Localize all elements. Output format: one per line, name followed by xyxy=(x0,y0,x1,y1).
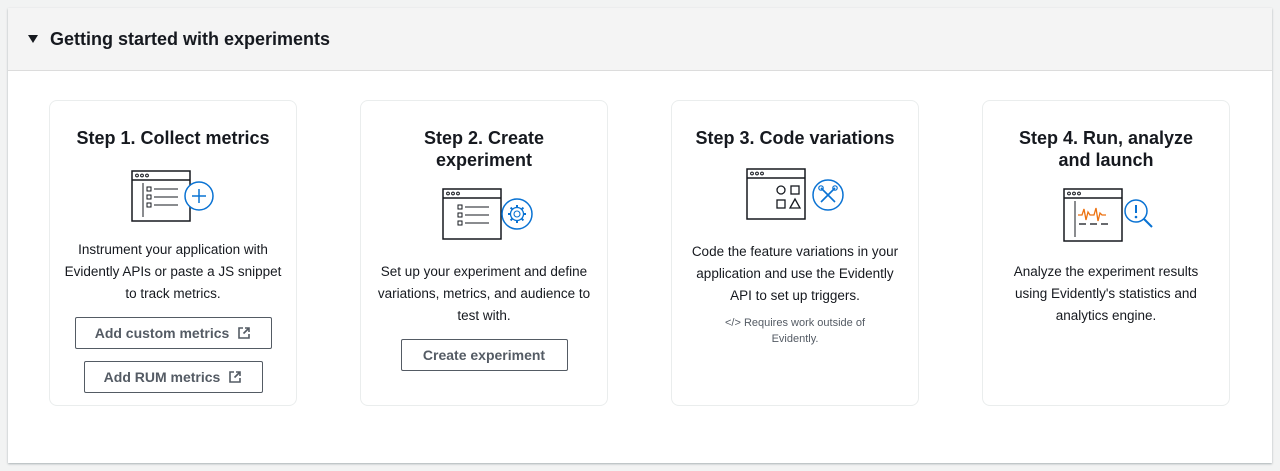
requirement-note: </> Requires work outside of Evidently. xyxy=(724,317,866,345)
analyze-search-icon xyxy=(1063,188,1153,242)
step-card-3: Step 3. Code variations Code the feature… xyxy=(671,100,919,406)
create-experiment-button[interactable]: Create experiment xyxy=(400,339,568,371)
button-label: Create experiment xyxy=(422,347,546,363)
step-description: Instrument your application with Evident… xyxy=(64,242,282,301)
caret-down-icon[interactable] xyxy=(28,35,38,43)
external-link-icon xyxy=(229,371,242,383)
panel-header[interactable]: Getting started with experiments xyxy=(8,8,1272,71)
external-link-icon xyxy=(238,327,251,339)
metrics-plus-icon xyxy=(131,170,214,222)
step-description: Set up your experiment and define variat… xyxy=(377,264,591,323)
panel-title: Getting started with experiments xyxy=(50,28,331,49)
step-title: Step 3. Code variations xyxy=(695,128,895,148)
step-description: Analyze the experiment results using Evi… xyxy=(1013,264,1199,323)
add-custom-metrics-button[interactable]: Add custom metrics xyxy=(74,317,272,349)
step-card-4: Step 4. Run, analyze and launch Analyze … xyxy=(982,100,1230,406)
step-title: Step 2. Create experiment xyxy=(423,128,545,170)
step-card-2: Step 2. Create experiment Set up your ex… xyxy=(360,100,608,406)
button-label: Add RUM metrics xyxy=(103,369,221,385)
button-label: Add custom metrics xyxy=(94,325,230,341)
add-rum-metrics-button[interactable]: Add RUM metrics xyxy=(83,361,263,393)
step-title: Step 1. Collect metrics xyxy=(76,128,270,148)
step-card-1: Step 1. Collect metrics Instrument your … xyxy=(49,100,297,406)
step-title: Step 4. Run, analyze and launch xyxy=(1018,128,1194,170)
code-tools-icon xyxy=(746,168,844,220)
experiment-gear-icon xyxy=(442,188,533,240)
step-description: Code the feature variations in your appl… xyxy=(691,244,899,303)
